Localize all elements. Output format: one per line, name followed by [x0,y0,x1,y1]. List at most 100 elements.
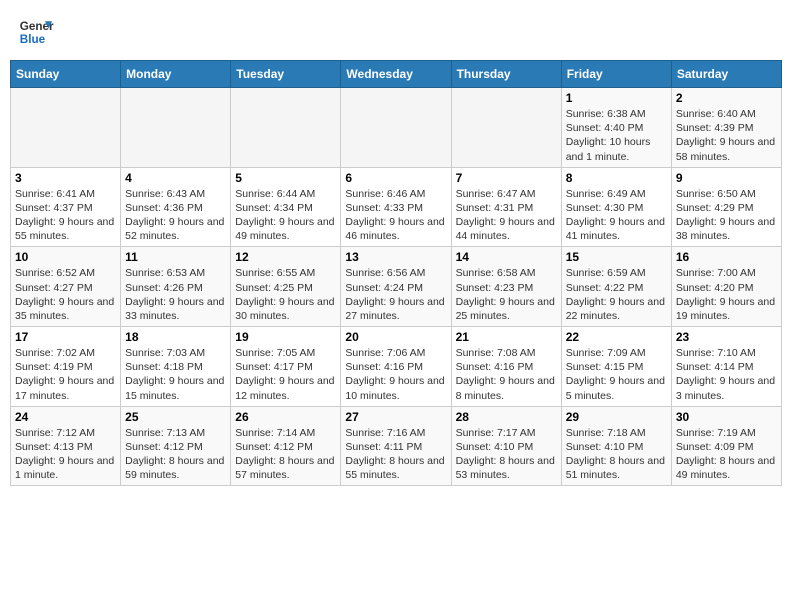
calendar-cell: 18Sunrise: 7:03 AMSunset: 4:18 PMDayligh… [121,327,231,407]
day-content: Sunrise: 7:00 AMSunset: 4:20 PMDaylight:… [676,266,777,323]
day-content: Sunrise: 6:55 AMSunset: 4:25 PMDaylight:… [235,266,336,323]
day-content: Sunrise: 6:40 AMSunset: 4:39 PMDaylight:… [676,107,777,164]
calendar-week-3: 10 Sunrise: 6:52 AMSunset: 4:27 PMDayligh… [11,247,782,327]
calendar-cell: 13Sunrise: 6:56 AMSunset: 4:24 PMDayligh… [341,247,451,327]
day-content: Sunrise: 7:18 AMSunset: 4:10 PMDaylight:… [566,426,667,483]
day-number: 10 [15,250,116,264]
calendar-cell: 12 Sunrise: 6:55 AMSunset: 4:25 PMDayligh… [231,247,341,327]
day-number: 19 [235,330,336,344]
day-content: Sunrise: 7:12 AMSunset: 4:13 PMDaylight:… [15,426,116,483]
weekday-header-tuesday: Tuesday [231,61,341,88]
day-content: Sunrise: 7:06 AMSunset: 4:16 PMDaylight:… [345,346,446,403]
day-content: Sunrise: 6:59 AMSunset: 4:22 PMDaylight:… [566,266,667,323]
day-content: Sunrise: 6:56 AMSunset: 4:24 PMDaylight:… [345,266,446,323]
day-number: 4 [125,171,226,185]
calendar-cell: 11 Sunrise: 6:53 AMSunset: 4:26 PMDayligh… [121,247,231,327]
day-number: 27 [345,410,446,424]
calendar-cell: 10 Sunrise: 6:52 AMSunset: 4:27 PMDayligh… [11,247,121,327]
day-content: Sunrise: 7:14 AMSunset: 4:12 PMDaylight:… [235,426,336,483]
day-content: Sunrise: 7:13 AMSunset: 4:12 PMDaylight:… [125,426,226,483]
day-number: 24 [15,410,116,424]
calendar-cell: 17 Sunrise: 7:02 AMSunset: 4:19 PMDayligh… [11,327,121,407]
day-number: 15 [566,250,667,264]
calendar-cell [341,88,451,168]
calendar-body: 1 Sunrise: 6:38 AMSunset: 4:40 PMDaylight… [11,88,782,486]
day-content: Sunrise: 7:17 AMSunset: 4:10 PMDaylight:… [456,426,557,483]
weekday-header-row: SundayMondayTuesdayWednesdayThursdayFrid… [11,61,782,88]
day-content: Sunrise: 6:53 AMSunset: 4:26 PMDaylight:… [125,266,226,323]
day-content: Sunrise: 7:08 AMSunset: 4:16 PMDaylight:… [456,346,557,403]
calendar-cell: 23 Sunrise: 7:10 AMSunset: 4:14 PMDayligh… [671,327,781,407]
day-number: 26 [235,410,336,424]
day-content: Sunrise: 7:02 AMSunset: 4:19 PMDaylight:… [15,346,116,403]
day-number: 1 [566,91,667,105]
calendar-cell: 3 Sunrise: 6:41 AMSunset: 4:37 PMDaylight… [11,167,121,247]
day-content: Sunrise: 7:19 AMSunset: 4:09 PMDaylight:… [676,426,777,483]
weekday-header-thursday: Thursday [451,61,561,88]
weekday-header-sunday: Sunday [11,61,121,88]
day-number: 9 [676,171,777,185]
day-number: 22 [566,330,667,344]
calendar-cell: 29Sunrise: 7:18 AMSunset: 4:10 PMDayligh… [561,406,671,486]
day-number: 3 [15,171,116,185]
calendar-cell: 19 Sunrise: 7:05 AMSunset: 4:17 PMDayligh… [231,327,341,407]
calendar-cell: 28 Sunrise: 7:17 AMSunset: 4:10 PMDayligh… [451,406,561,486]
page-header: General Blue [10,10,782,54]
day-content: Sunrise: 6:49 AMSunset: 4:30 PMDaylight:… [566,187,667,244]
day-number: 12 [235,250,336,264]
day-number: 30 [676,410,777,424]
day-content: Sunrise: 6:43 AMSunset: 4:36 PMDaylight:… [125,187,226,244]
day-content: Sunrise: 7:10 AMSunset: 4:14 PMDaylight:… [676,346,777,403]
calendar-cell: 8 Sunrise: 6:49 AMSunset: 4:30 PMDaylight… [561,167,671,247]
calendar-cell: 7Sunrise: 6:47 AMSunset: 4:31 PMDaylight… [451,167,561,247]
calendar-cell: 15 Sunrise: 6:59 AMSunset: 4:22 PMDayligh… [561,247,671,327]
calendar-cell: 1 Sunrise: 6:38 AMSunset: 4:40 PMDaylight… [561,88,671,168]
calendar-cell [231,88,341,168]
day-number: 16 [676,250,777,264]
calendar-cell: 26 Sunrise: 7:14 AMSunset: 4:12 PMDayligh… [231,406,341,486]
day-number: 25 [125,410,226,424]
weekday-header-monday: Monday [121,61,231,88]
day-number: 23 [676,330,777,344]
logo-icon: General Blue [18,14,54,50]
day-content: Sunrise: 6:44 AMSunset: 4:34 PMDaylight:… [235,187,336,244]
calendar-table: SundayMondayTuesdayWednesdayThursdayFrid… [10,60,782,486]
day-number: 14 [456,250,557,264]
svg-text:Blue: Blue [20,33,46,46]
calendar-cell [121,88,231,168]
day-content: Sunrise: 6:50 AMSunset: 4:29 PMDaylight:… [676,187,777,244]
calendar-cell: 22Sunrise: 7:09 AMSunset: 4:15 PMDayligh… [561,327,671,407]
day-number: 18 [125,330,226,344]
day-number: 2 [676,91,777,105]
calendar-cell [11,88,121,168]
day-content: Sunrise: 6:41 AMSunset: 4:37 PMDaylight:… [15,187,116,244]
calendar-cell: 16 Sunrise: 7:00 AMSunset: 4:20 PMDayligh… [671,247,781,327]
calendar-cell: 9 Sunrise: 6:50 AMSunset: 4:29 PMDaylight… [671,167,781,247]
calendar-cell [451,88,561,168]
calendar-week-2: 3 Sunrise: 6:41 AMSunset: 4:37 PMDaylight… [11,167,782,247]
day-number: 21 [456,330,557,344]
day-content: Sunrise: 6:38 AMSunset: 4:40 PMDaylight:… [566,107,667,164]
logo: General Blue [18,14,30,50]
calendar-cell: 25 Sunrise: 7:13 AMSunset: 4:12 PMDayligh… [121,406,231,486]
day-content: Sunrise: 6:58 AMSunset: 4:23 PMDaylight:… [456,266,557,323]
calendar-cell: 5 Sunrise: 6:44 AMSunset: 4:34 PMDaylight… [231,167,341,247]
day-content: Sunrise: 6:52 AMSunset: 4:27 PMDaylight:… [15,266,116,323]
calendar-cell: 24 Sunrise: 7:12 AMSunset: 4:13 PMDayligh… [11,406,121,486]
day-number: 5 [235,171,336,185]
calendar-cell: 21 Sunrise: 7:08 AMSunset: 4:16 PMDayligh… [451,327,561,407]
calendar-cell: 14 Sunrise: 6:58 AMSunset: 4:23 PMDayligh… [451,247,561,327]
day-number: 17 [15,330,116,344]
calendar-cell: 27Sunrise: 7:16 AMSunset: 4:11 PMDayligh… [341,406,451,486]
calendar-week-1: 1 Sunrise: 6:38 AMSunset: 4:40 PMDaylight… [11,88,782,168]
day-number: 8 [566,171,667,185]
calendar-cell: 20Sunrise: 7:06 AMSunset: 4:16 PMDayligh… [341,327,451,407]
day-content: Sunrise: 7:05 AMSunset: 4:17 PMDaylight:… [235,346,336,403]
weekday-header-friday: Friday [561,61,671,88]
day-number: 11 [125,250,226,264]
day-number: 28 [456,410,557,424]
calendar-week-4: 17 Sunrise: 7:02 AMSunset: 4:19 PMDayligh… [11,327,782,407]
calendar-cell: 4 Sunrise: 6:43 AMSunset: 4:36 PMDaylight… [121,167,231,247]
calendar-week-5: 24 Sunrise: 7:12 AMSunset: 4:13 PMDayligh… [11,406,782,486]
day-content: Sunrise: 6:46 AMSunset: 4:33 PMDaylight:… [345,187,446,244]
